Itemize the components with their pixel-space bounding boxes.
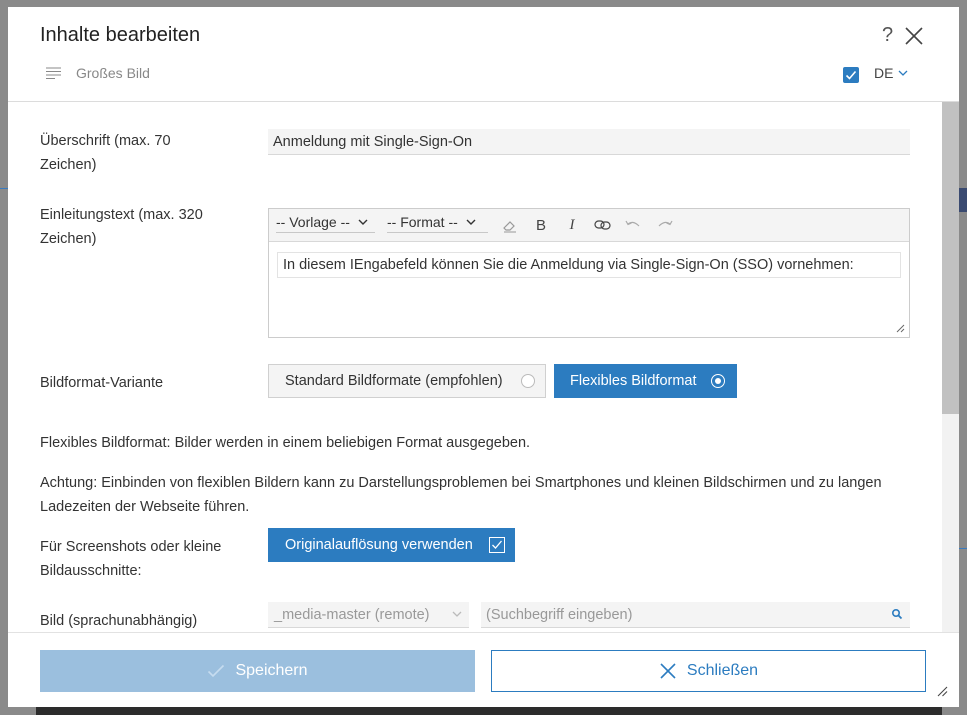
dialog-header: Inhalte bearbeiten ? Großes Bild DE xyxy=(8,7,959,102)
search-icon[interactable] xyxy=(891,608,903,620)
flexible-format-label: Flexibles Bildformat xyxy=(570,373,697,389)
language-checkbox[interactable] xyxy=(843,67,859,83)
undo-button[interactable] xyxy=(624,216,642,234)
save-button-label: Speichern xyxy=(235,662,308,679)
flexible-format-option[interactable]: Flexibles Bildformat xyxy=(554,364,737,398)
original-resolution-toggle[interactable]: Originalauflösung verwenden xyxy=(268,528,515,562)
format-select[interactable]: -- Format -- xyxy=(387,214,488,233)
chevron-down-icon xyxy=(452,611,462,617)
intro-rich-text-editor: -- Vorlage -- -- Format -- B I In diesem… xyxy=(268,208,910,338)
original-resolution-checkbox xyxy=(489,537,505,553)
close-icon[interactable] xyxy=(903,25,925,47)
radio-dot xyxy=(715,378,721,384)
link-button[interactable] xyxy=(593,216,611,234)
content-type-label: Großes Bild xyxy=(76,65,150,81)
backdrop-divider-left xyxy=(0,188,8,189)
check-icon xyxy=(492,540,502,549)
standard-format-option[interactable]: Standard Bildformate (empfohlen) xyxy=(268,364,546,398)
media-source-select[interactable]: _media-master (remote) xyxy=(268,602,469,628)
editor-toolbar: -- Vorlage -- -- Format -- B I xyxy=(269,209,909,242)
help-button[interactable]: ? xyxy=(882,24,893,47)
image-format-label: Bildformat-Variante xyxy=(40,375,164,391)
format-select-value: -- Format -- xyxy=(387,214,458,230)
chevron-down-icon xyxy=(358,219,368,225)
language-select[interactable]: DE xyxy=(874,65,908,81)
check-icon-wrap xyxy=(207,664,225,678)
template-select-value: -- Vorlage -- xyxy=(276,214,350,230)
heading-input[interactable] xyxy=(268,129,910,155)
scrollbar-thumb[interactable] xyxy=(942,102,959,414)
redo-icon xyxy=(658,220,673,227)
image-label: Bild (sprachunabhängig) xyxy=(40,613,198,629)
flexible-format-radio xyxy=(711,374,725,388)
standard-format-radio xyxy=(521,374,535,388)
backdrop-page-footer xyxy=(36,707,942,715)
bold-button[interactable]: B xyxy=(532,216,550,234)
language-value: DE xyxy=(874,65,894,81)
chevron-down-icon xyxy=(466,219,476,225)
resize-grip-icon[interactable] xyxy=(895,323,905,333)
heading-label: Überschrift (max. 70 Zeichen) xyxy=(40,133,171,173)
template-select[interactable]: -- Vorlage -- xyxy=(276,214,375,233)
undo-icon xyxy=(625,220,640,227)
dialog-footer: Speichern Schließen xyxy=(8,632,959,707)
close-icon xyxy=(660,663,676,679)
close-button[interactable]: Schließen xyxy=(491,650,926,692)
close-button-label: Schließen xyxy=(686,662,759,679)
redo-button[interactable] xyxy=(656,216,674,234)
chevron-down-icon xyxy=(898,70,908,76)
dialog-body: Überschrift (max. 70 Zeichen) Einleitung… xyxy=(8,102,942,632)
dialog-resize-grip-icon[interactable] xyxy=(937,686,948,697)
image-search-input[interactable] xyxy=(481,602,910,628)
backdrop-divider-right xyxy=(959,548,967,549)
eraser-icon xyxy=(503,221,516,233)
backdrop-side-tab xyxy=(959,188,967,212)
flexible-format-info: Flexibles Bildformat: Bilder werden in e… xyxy=(40,435,531,451)
dialog-title: Inhalte bearbeiten xyxy=(40,24,201,46)
standard-format-label: Standard Bildformate (empfohlen) xyxy=(285,373,503,389)
eraser-button[interactable] xyxy=(501,216,519,234)
edit-content-dialog: Inhalte bearbeiten ? Großes Bild DE Über… xyxy=(8,7,959,707)
link-icon xyxy=(593,220,611,230)
media-source-value: _media-master (remote) xyxy=(274,607,430,623)
intro-editor-content[interactable]: In diesem IEngabefeld können Sie die Anm… xyxy=(277,252,901,278)
text-lines-icon xyxy=(46,67,61,79)
original-resolution-label: Für Screenshots oder kleine Bildausschni… xyxy=(40,539,222,579)
content-type-indicator: Großes Bild xyxy=(46,65,150,81)
original-resolution-button-label: Originalauflösung verwenden xyxy=(285,537,473,553)
save-button[interactable]: Speichern xyxy=(40,650,475,692)
close-icon-wrap xyxy=(659,662,677,680)
italic-button[interactable]: I xyxy=(563,216,581,234)
check-icon xyxy=(208,664,225,678)
check-icon xyxy=(845,70,857,80)
flexible-format-warning: Achtung: Einbinden von flexiblen Bildern… xyxy=(40,475,882,515)
intro-label: Einleitungstext (max. 320 Zeichen) xyxy=(40,207,203,247)
